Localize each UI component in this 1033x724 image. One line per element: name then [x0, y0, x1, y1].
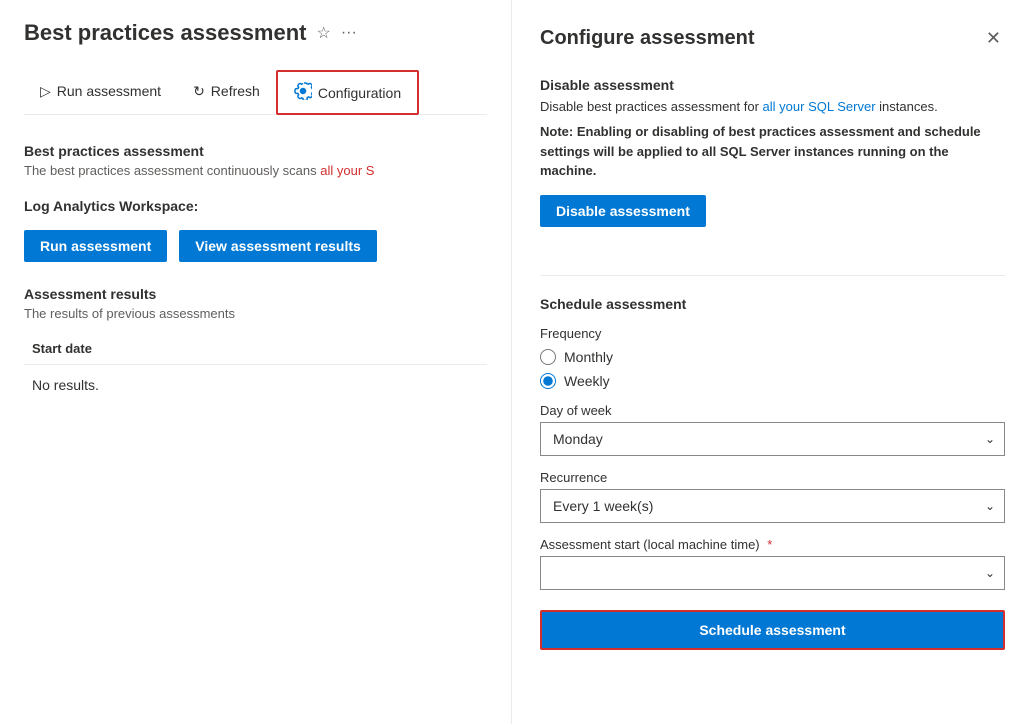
- left-panel: Best practices assessment ☆ ··· ▷ Run as…: [0, 0, 512, 724]
- schedule-assessment-button[interactable]: Schedule assessment: [540, 610, 1005, 650]
- page-title: Best practices assessment: [24, 20, 307, 46]
- day-of-week-group: Day of week Monday Tuesday Wednesday Thu…: [540, 403, 1005, 456]
- disable-desc: Disable best practices assessment for al…: [540, 99, 1005, 114]
- view-assessment-results-button[interactable]: View assessment results: [179, 230, 377, 262]
- required-marker: *: [767, 537, 772, 552]
- schedule-btn-wrapper: Schedule assessment: [540, 610, 1005, 650]
- disable-assessment-button[interactable]: Disable assessment: [540, 195, 706, 227]
- recurrence-select-wrapper: Every 1 week(s) Every 2 week(s) Every 3 …: [540, 489, 1005, 523]
- schedule-config-section: Schedule assessment Frequency Monthly We…: [540, 296, 1005, 650]
- assessment-start-group: Assessment start (local machine time) * …: [540, 537, 1005, 590]
- panel-header: Configure assessment ✕: [540, 24, 1005, 53]
- assessment-start-select-wrapper: ⌄: [540, 556, 1005, 590]
- frequency-radio-group: Monthly Weekly: [540, 349, 1005, 389]
- frequency-label: Frequency: [540, 326, 1005, 341]
- refresh-icon: ↻: [193, 83, 205, 100]
- section1: Best practices assessment The best pract…: [24, 143, 487, 214]
- recurrence-select[interactable]: Every 1 week(s) Every 2 week(s) Every 3 …: [540, 489, 1005, 523]
- assessment-start-select[interactable]: [540, 556, 1005, 590]
- recurrence-label: Recurrence: [540, 470, 1005, 485]
- section1-title: Best practices assessment: [24, 143, 487, 159]
- note-text: Note: Enabling or disabling of best prac…: [540, 122, 1005, 181]
- disable-section: Disable assessment Disable best practice…: [540, 77, 1005, 251]
- panel-title: Configure assessment: [540, 27, 755, 50]
- main-button-row: Run assessment View assessment results: [24, 230, 487, 262]
- results-desc: The results of previous assessments: [24, 306, 487, 321]
- star-icon[interactable]: ☆: [317, 23, 331, 43]
- no-results-row: No results.: [24, 365, 487, 405]
- schedule-section-title: Schedule assessment: [540, 296, 1005, 312]
- gear-icon: [294, 82, 312, 103]
- start-date-header: Start date: [24, 333, 487, 365]
- workspace-label: Log Analytics Workspace:: [24, 198, 487, 214]
- assessment-start-label: Assessment start (local machine time) *: [540, 537, 1005, 552]
- configuration-button[interactable]: Configuration: [276, 70, 419, 115]
- page-title-row: Best practices assessment ☆ ···: [24, 20, 487, 46]
- day-of-week-select-wrapper: Monday Tuesday Wednesday Thursday Friday…: [540, 422, 1005, 456]
- more-icon[interactable]: ···: [341, 24, 357, 42]
- run-assessment-main-button[interactable]: Run assessment: [24, 230, 167, 262]
- weekly-radio[interactable]: [540, 373, 556, 389]
- disable-title: Disable assessment: [540, 77, 1005, 93]
- recurrence-group: Recurrence Every 1 week(s) Every 2 week(…: [540, 470, 1005, 523]
- day-of-week-select[interactable]: Monday Tuesday Wednesday Thursday Friday…: [540, 422, 1005, 456]
- monthly-radio[interactable]: [540, 349, 556, 365]
- weekly-option[interactable]: Weekly: [540, 373, 1005, 389]
- refresh-button[interactable]: ↻ Refresh: [177, 73, 276, 112]
- toolbar: ▷ Run assessment ↻ Refresh Configuration: [24, 70, 487, 115]
- results-title: Assessment results: [24, 286, 487, 302]
- results-section: Assessment results The results of previo…: [24, 286, 487, 405]
- monthly-option[interactable]: Monthly: [540, 349, 1005, 365]
- play-icon: ▷: [40, 83, 51, 100]
- monthly-label: Monthly: [564, 349, 613, 365]
- day-of-week-label: Day of week: [540, 403, 1005, 418]
- right-panel: Configure assessment ✕ Disable assessmen…: [512, 0, 1033, 724]
- close-button[interactable]: ✕: [982, 24, 1005, 53]
- weekly-label: Weekly: [564, 373, 610, 389]
- section1-desc: The best practices assessment continuous…: [24, 163, 487, 178]
- run-assessment-button[interactable]: ▷ Run assessment: [24, 73, 177, 112]
- section-divider: [540, 275, 1005, 276]
